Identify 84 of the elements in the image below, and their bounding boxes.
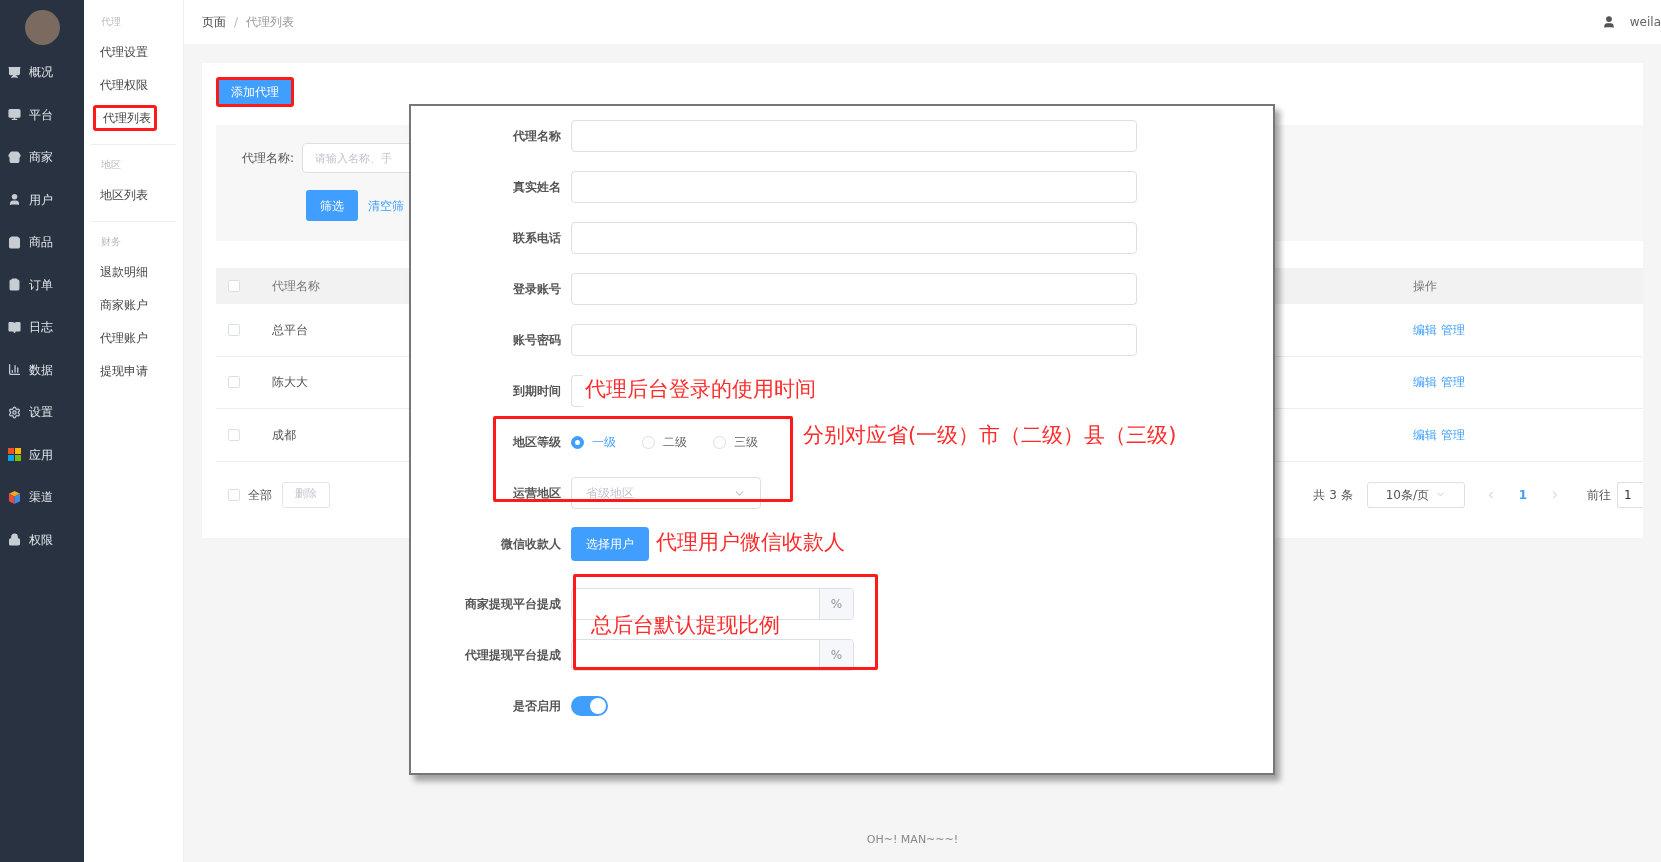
filter-label: 代理名称: — [242, 150, 295, 167]
date-field[interactable] — [571, 375, 583, 407]
annotation-note: 分别对应省(一级）市（二级）县（三级) — [803, 422, 1177, 449]
radio-option[interactable]: 三级 — [713, 433, 758, 451]
menu-group-title: 地区 — [100, 158, 122, 172]
settings-icon — [8, 405, 21, 419]
field-label: 登录账号 — [512, 281, 562, 298]
breadcrumb-item[interactable]: 页面 — [202, 13, 226, 31]
field-label: 代理提现平台提成 — [464, 647, 562, 664]
submenu-item[interactable]: 代理权限 — [93, 72, 157, 98]
percent-suffix: % — [819, 640, 853, 670]
nav-item[interactable]: 数据 — [0, 348, 84, 391]
page-size-select[interactable]: 10条/页 — [1366, 481, 1465, 508]
field-label: 商家提现平台提成 — [464, 596, 562, 613]
total-count: 共 3 条 — [1313, 486, 1353, 504]
nav-item[interactable]: 应用 — [0, 433, 84, 476]
select-all-label: 全部 — [248, 486, 272, 504]
text-field[interactable] — [571, 120, 1137, 152]
nav-item[interactable]: 概况 — [0, 51, 84, 94]
avatar — [24, 10, 60, 45]
annotation-note: 代理用户微信收款人 — [656, 529, 845, 556]
checkbox[interactable] — [228, 488, 240, 501]
checkbox[interactable] — [228, 376, 240, 389]
submenu-item[interactable]: 代理账户 — [93, 325, 157, 351]
text-field[interactable] — [571, 171, 1137, 203]
nav-item[interactable]: 商品 — [0, 221, 84, 264]
field-label: 到期时间 — [512, 383, 562, 400]
bar-chart-icon — [8, 363, 21, 377]
app-grid-icon — [8, 448, 21, 462]
lock-icon — [8, 533, 21, 547]
field-label: 联系电话 — [511, 230, 562, 247]
radio-option[interactable]: 二级 — [642, 433, 687, 451]
table-cell-text: 总平台 — [272, 321, 309, 339]
breadcrumb-item: 代理列表 — [246, 14, 295, 31]
toggle-switch[interactable] — [571, 696, 608, 716]
goto-page-field[interactable]: 1 — [1617, 481, 1643, 508]
nav-item[interactable]: 平台 — [0, 93, 84, 136]
radio-icon — [642, 435, 655, 449]
menu-group-title: 财务 — [100, 235, 122, 249]
column-header: 代理名称 — [272, 278, 321, 295]
nav-item[interactable]: 日志 — [0, 306, 84, 349]
presentation-icon — [8, 65, 21, 79]
submenu-item[interactable]: 提现申请 — [93, 358, 157, 384]
nav-item[interactable]: 订单 — [0, 263, 84, 306]
footer-text: OH~! MAN~~~! — [865, 831, 960, 848]
submenu-item[interactable]: 代理列表 — [93, 105, 157, 131]
text-field[interactable] — [571, 273, 1137, 305]
field-label: 地区等级 — [511, 434, 562, 451]
radio-icon — [713, 435, 726, 449]
radio-icon — [571, 435, 584, 449]
cube-icon — [8, 490, 21, 504]
goto-label: 前往 — [1587, 486, 1611, 504]
percent-suffix: % — [819, 589, 853, 619]
submenu-item[interactable]: 代理设置 — [93, 39, 157, 65]
field-label: 微信收款人 — [500, 536, 562, 553]
table-cell-text: 成都 — [272, 426, 297, 444]
nav-item[interactable]: 权限 — [0, 518, 84, 561]
checkbox[interactable] — [228, 280, 240, 292]
text-field[interactable] — [571, 324, 1137, 356]
column-header: 操作 — [1413, 278, 1438, 295]
nav-item[interactable]: 渠道 — [0, 476, 84, 519]
user-name[interactable]: weila — [1629, 13, 1661, 31]
text-field[interactable] — [571, 222, 1137, 254]
field-label: 运营地区 — [512, 485, 562, 502]
table-cell-text: 陈大大 — [272, 374, 309, 392]
field-label: 账号密码 — [512, 332, 562, 349]
nav-item[interactable]: 商家 — [0, 136, 84, 179]
submenu-item[interactable]: 退款明细 — [93, 259, 157, 285]
nav-item[interactable]: 用户 — [0, 178, 84, 221]
user-icon — [8, 193, 21, 207]
field-label: 代理名称 — [512, 128, 562, 145]
submenu-item[interactable]: 商家账户 — [93, 292, 157, 318]
nav-item[interactable]: 设置 — [0, 391, 84, 434]
menu-group-title: 代理 — [100, 15, 122, 29]
field-label: 真实姓名 — [512, 179, 562, 196]
monitor-icon — [8, 108, 21, 122]
user-icon — [1601, 15, 1616, 29]
submenu-item[interactable]: 地区列表 — [93, 182, 157, 208]
field-label: 是否启用 — [512, 698, 562, 715]
checkbox[interactable] — [228, 428, 240, 441]
breadcrumb-separator: / — [234, 14, 239, 31]
book-icon — [8, 320, 21, 334]
checkbox[interactable] — [228, 323, 240, 336]
annotation-note: 代理后台登录的使用时间 — [585, 376, 816, 403]
